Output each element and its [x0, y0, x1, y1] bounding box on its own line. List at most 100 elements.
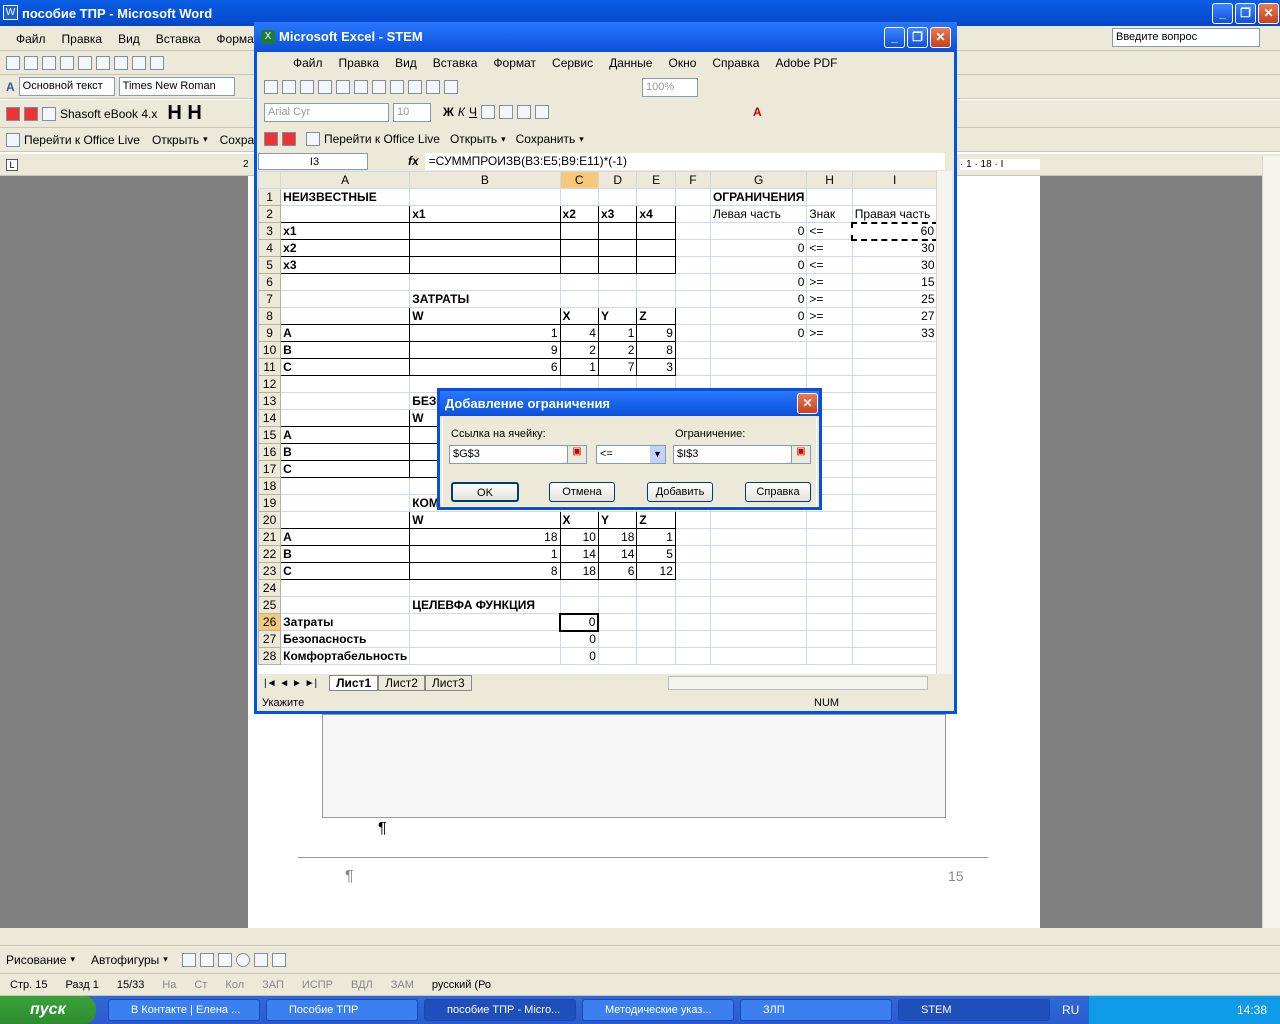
- cell[interactable]: [597, 222, 638, 240]
- cell[interactable]: 1: [409, 545, 561, 563]
- xl-sort-icon[interactable]: [426, 80, 440, 94]
- cell[interactable]: 10: [559, 528, 599, 546]
- cell[interactable]: Знак: [806, 205, 853, 223]
- row-header[interactable]: 26: [258, 613, 282, 631]
- new-icon[interactable]: [6, 55, 20, 70]
- excel-menu-insert[interactable]: Вставка: [433, 56, 478, 74]
- align-center-icon[interactable]: [498, 105, 513, 119]
- word-restore-button[interactable]: ❐: [1235, 3, 1256, 24]
- cell[interactable]: Затраты: [280, 613, 411, 631]
- operator-select[interactable]: <= ▼: [596, 445, 666, 464]
- row-header[interactable]: 16: [258, 443, 282, 461]
- word-open-button[interactable]: Открыть: [152, 133, 199, 147]
- cell[interactable]: 9: [409, 341, 561, 359]
- cell[interactable]: [280, 579, 411, 597]
- cell[interactable]: [559, 188, 599, 206]
- task-excel-zlp[interactable]: ЗЛП: [740, 999, 892, 1021]
- cell[interactable]: [674, 596, 711, 614]
- cell[interactable]: [806, 528, 853, 546]
- word-vertical-scrollbar[interactable]: [1262, 156, 1280, 928]
- cell[interactable]: [674, 630, 711, 648]
- cell[interactable]: [559, 239, 599, 257]
- cell[interactable]: [851, 188, 938, 206]
- cell[interactable]: [409, 222, 561, 240]
- word-menu-format[interactable]: Формат: [216, 32, 259, 46]
- column-header-E[interactable]: E: [636, 171, 676, 189]
- cell[interactable]: [409, 613, 561, 631]
- cell[interactable]: [806, 511, 853, 529]
- row-header[interactable]: 10: [258, 341, 282, 359]
- excel-vertical-scrollbar[interactable]: [936, 171, 952, 674]
- task-browser[interactable]: В Контакте | Елена ...: [108, 999, 260, 1021]
- row-header[interactable]: 6: [258, 273, 282, 291]
- cell[interactable]: 4: [559, 324, 599, 342]
- row-header[interactable]: 28: [258, 647, 282, 665]
- cell[interactable]: [636, 630, 676, 648]
- cell[interactable]: [674, 579, 711, 597]
- cell[interactable]: 2: [597, 341, 638, 359]
- row-header[interactable]: 11: [258, 358, 282, 376]
- cell[interactable]: ОГРАНИЧЕНИЯ: [709, 188, 808, 206]
- cell[interactable]: [709, 579, 808, 597]
- collapse-ref-icon[interactable]: ▣: [567, 445, 587, 464]
- help-button[interactable]: Справка: [745, 482, 811, 502]
- cell[interactable]: [851, 460, 938, 478]
- excel-font-combo[interactable]: Arial Cyr: [264, 102, 389, 122]
- cell[interactable]: [709, 545, 808, 563]
- column-header-C[interactable]: C: [559, 171, 599, 189]
- cell[interactable]: >=: [806, 307, 853, 325]
- cell[interactable]: C: [280, 562, 411, 580]
- cell[interactable]: [709, 511, 808, 529]
- bold-button[interactable]: Ж: [443, 105, 454, 119]
- cell[interactable]: [674, 613, 711, 631]
- cell[interactable]: X: [559, 511, 599, 529]
- cell[interactable]: 8: [636, 341, 676, 359]
- cell[interactable]: 25: [851, 290, 938, 308]
- word-help-search-input[interactable]: Введите вопрос: [1112, 28, 1260, 47]
- cell[interactable]: [806, 341, 853, 359]
- cell[interactable]: [806, 562, 853, 580]
- row-header[interactable]: 7: [258, 290, 282, 308]
- cell[interactable]: 30: [851, 256, 938, 274]
- row-header[interactable]: 9: [258, 324, 282, 342]
- cell[interactable]: [280, 494, 411, 512]
- row-header[interactable]: 1: [258, 188, 282, 206]
- excel-officelive-button[interactable]: Перейти к Office Live: [324, 132, 440, 146]
- cell[interactable]: Z: [636, 307, 676, 325]
- cell[interactable]: 5: [636, 545, 676, 563]
- cell[interactable]: [709, 596, 808, 614]
- cell[interactable]: B: [280, 341, 411, 359]
- cell[interactable]: [597, 188, 638, 206]
- task-word-tpr[interactable]: пособие ТПР - Micro...: [424, 999, 576, 1021]
- merge-icon[interactable]: [534, 105, 549, 119]
- cell[interactable]: [851, 409, 938, 427]
- cell[interactable]: [674, 307, 711, 325]
- rectangle-icon[interactable]: [217, 952, 232, 967]
- line-icon[interactable]: [181, 952, 196, 967]
- cell[interactable]: x3: [597, 205, 638, 223]
- row-header[interactable]: 14: [258, 409, 282, 427]
- cell[interactable]: 18: [597, 528, 638, 546]
- cell[interactable]: [674, 273, 711, 291]
- cell[interactable]: [597, 630, 638, 648]
- cell[interactable]: 6: [597, 562, 638, 580]
- cell[interactable]: [597, 579, 638, 597]
- cell[interactable]: [674, 324, 711, 342]
- cell[interactable]: 3: [636, 358, 676, 376]
- cell[interactable]: ЗАТРАТЫ: [409, 290, 561, 308]
- cell[interactable]: [806, 579, 853, 597]
- cell[interactable]: [597, 239, 638, 257]
- word-horizontal-scrollbar[interactable]: [0, 928, 1280, 946]
- xl-save-icon[interactable]: [300, 80, 314, 94]
- cell[interactable]: [636, 222, 676, 240]
- cell[interactable]: [636, 290, 676, 308]
- cell[interactable]: 1: [409, 324, 561, 342]
- word-menu-view[interactable]: Вид: [118, 32, 140, 46]
- cell[interactable]: [674, 341, 711, 359]
- cell[interactable]: [851, 630, 938, 648]
- cell[interactable]: A: [280, 324, 411, 342]
- cell[interactable]: [851, 511, 938, 529]
- fx-icon[interactable]: fx: [408, 154, 419, 168]
- excel-save-button[interactable]: Сохранить: [516, 132, 576, 146]
- cell[interactable]: 14: [559, 545, 599, 563]
